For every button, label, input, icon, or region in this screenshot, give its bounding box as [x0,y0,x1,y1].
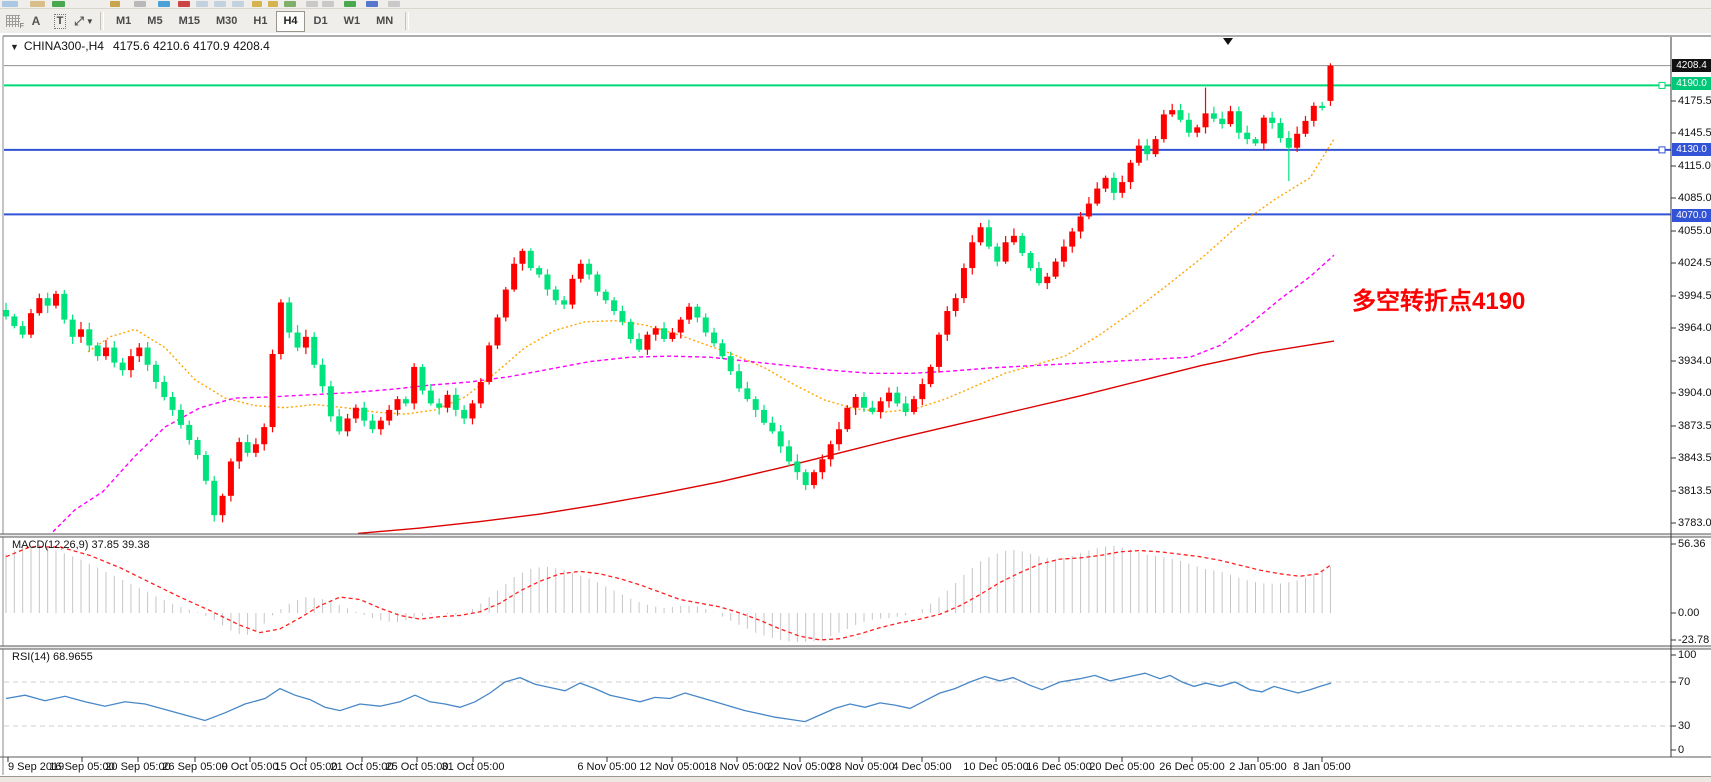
time-axis-label: 28 Nov 05:00 [829,761,894,773]
price-axis-label: 3934.0 [1678,355,1711,367]
time-axis-label: 21 Oct 05:00 [331,761,394,773]
rsi-axis-label: 30 [1678,720,1690,732]
rsi-indicator-label: RSI(14) 68.9655 [12,651,93,663]
time-axis-label: 10 Dec 05:00 [963,761,1028,773]
rsi-axis-label: 0 [1678,744,1684,756]
price-axis-label: 3813.5 [1678,485,1711,497]
macd-axis-label: -23.78 [1678,634,1709,646]
time-axis-label: 26 Dec 05:00 [1159,761,1224,773]
time-axis-label: 6 Nov 05:00 [577,761,636,773]
macd-axis-label: 0.00 [1678,607,1699,619]
price-axis-label: 3783.0 [1678,517,1711,529]
price-badge: 4208.4 [1672,59,1711,72]
price-axis-label: 3904.0 [1678,387,1711,399]
time-axis-label: 8 Jan 05:00 [1293,761,1351,773]
price-badge: 4130.0 [1672,143,1711,156]
time-axis-label: 4 Dec 05:00 [892,761,951,773]
symbol-timeframe: CHINA300-,H4 [24,39,104,53]
time-axis-label: 16 Dec 05:00 [1026,761,1091,773]
price-axis-label: 4085.0 [1678,192,1711,204]
price-axis-label: 4175.5 [1678,95,1711,107]
price-badge: 4070.0 [1672,209,1711,222]
status-bar [0,776,1711,782]
rsi-axis-label: 100 [1678,649,1696,661]
time-axis-label: 31 Oct 05:00 [442,761,505,773]
price-axis-label: 3964.0 [1678,322,1711,334]
price-badge: 4190.0 [1672,77,1711,90]
price-axis-label: 4024.5 [1678,257,1711,269]
chart-text-annotation[interactable]: 多空转折点4190 [1352,281,1525,316]
macd-indicator-label: MACD(12,26,9) 37.85 39.38 [12,539,150,551]
chart-title: ▼ CHINA300-,H4 4175.6 4210.6 4170.9 4208.4 [10,39,270,53]
time-axis-label: 25 Oct 05:00 [386,761,449,773]
time-axis-label: 12 Nov 05:00 [639,761,704,773]
ohlc-readout: 4175.6 4210.6 4170.9 4208.4 [113,39,270,53]
price-axis-label: 3843.5 [1678,452,1711,464]
time-axis-label: 15 Oct 05:00 [275,761,338,773]
time-axis-label: 20 Dec 05:00 [1089,761,1154,773]
rsi-axis-label: 70 [1678,676,1690,688]
time-axis-label: 22 Nov 05:00 [767,761,832,773]
price-axis-label: 3873.5 [1678,420,1711,432]
time-axis-label: 9 Oct 05:00 [222,761,279,773]
price-axis-label: 4115.0 [1678,160,1711,172]
time-axis-label: 26 Sep 05:00 [162,761,227,773]
time-axis-label: 2 Jan 05:00 [1229,761,1287,773]
price-axis-label: 4055.0 [1678,225,1711,237]
chart-menu-triangle-icon[interactable]: ▼ [10,42,19,52]
mt4-window: F A T ⤢ ▼ M1 M5 M15 M30 H1 H4 D1 W1 MN ▼… [0,0,1711,782]
macd-axis-label: 56.36 [1678,538,1706,550]
price-axis-label: 4145.5 [1678,127,1711,139]
price-axis-label: 3994.5 [1678,290,1711,302]
time-axis-label: 20 Sep 05:00 [105,761,170,773]
chart-canvas[interactable] [0,0,1711,782]
time-axis-label: 18 Nov 05:00 [704,761,769,773]
